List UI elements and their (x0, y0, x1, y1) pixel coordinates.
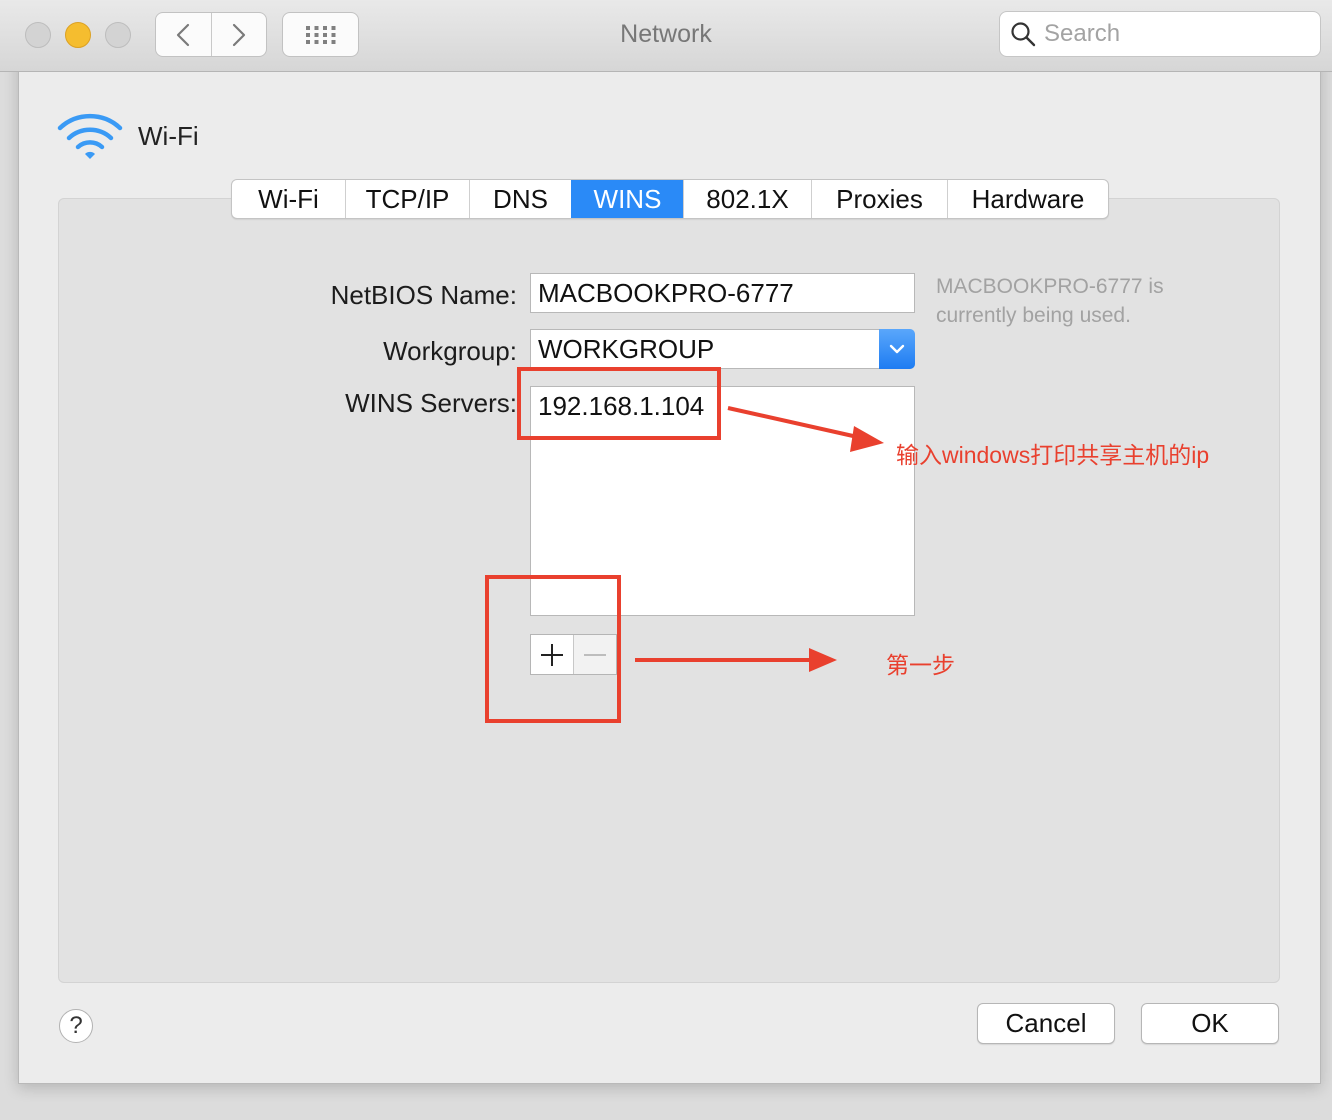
wifi-icon (57, 113, 123, 159)
ok-button[interactable]: OK (1141, 1003, 1279, 1044)
service-name: Wi-Fi (138, 121, 199, 151)
titlebar: Network Search (0, 0, 1332, 72)
tab-hardware[interactable]: Hardware (947, 180, 1108, 218)
annotation-add-highlight (485, 575, 621, 723)
tab-tcpip[interactable]: TCP/IP (345, 180, 469, 218)
wins-servers-label: WINS Servers: (345, 388, 517, 418)
workgroup-label: Workgroup: (383, 336, 517, 366)
workgroup-combobox[interactable]: WORKGROUP (530, 329, 915, 369)
search-icon (1011, 22, 1036, 47)
annotation-ip-note: 输入windows打印共享主机的ip (896, 442, 1210, 468)
chevron-down-icon (889, 344, 905, 354)
tab-proxies[interactable]: Proxies (811, 180, 947, 218)
tab-wins[interactable]: WINS (571, 180, 683, 218)
workgroup-value: WORKGROUP (538, 333, 715, 364)
help-button[interactable]: ? (59, 1009, 93, 1043)
annotation-step-note: 第一步 (886, 652, 955, 678)
netbios-name-hint: MACBOOKPRO-6777 is currently being used. (936, 275, 1164, 327)
netbios-name-label: NetBIOS Name: (330, 280, 517, 310)
workgroup-dropdown-button[interactable] (879, 329, 915, 369)
search-placeholder: Search (1044, 20, 1121, 47)
tab-8021x[interactable]: 802.1X (683, 180, 811, 218)
tab-dns[interactable]: DNS (469, 180, 571, 218)
netbios-name-input[interactable]: MACBOOKPRO-6777 (530, 273, 915, 313)
annotation-arrow-ip (727, 406, 884, 452)
tab-bar: Wi-Fi TCP/IP DNS WINS 802.1X Proxies Har… (231, 179, 1109, 219)
annotation-ip-highlight (517, 367, 721, 440)
annotation-arrow-step (635, 648, 837, 672)
tab-wifi[interactable]: Wi-Fi (232, 180, 345, 218)
cancel-button[interactable]: Cancel (977, 1003, 1115, 1044)
search-field[interactable]: Search (999, 11, 1321, 57)
